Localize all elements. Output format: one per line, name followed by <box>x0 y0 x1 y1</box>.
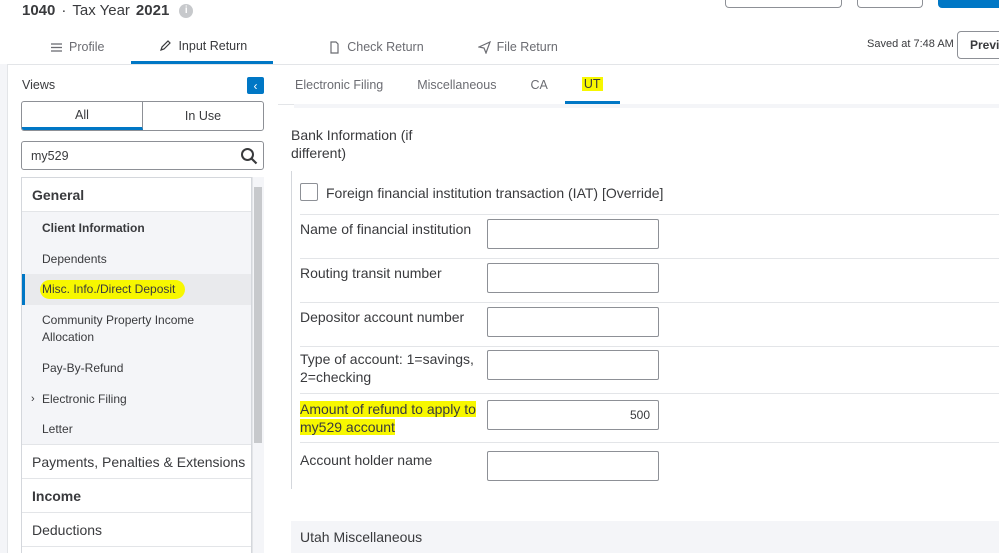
saved-status: Saved at 7:48 AM <box>867 38 954 50</box>
tab-file-return[interactable]: File Return <box>451 30 586 64</box>
header-divider <box>0 64 999 65</box>
account-number-input[interactable] <box>487 307 659 337</box>
primary-action-button[interactable] <box>938 0 999 8</box>
sidebar-nav: General Client Information Dependents Mi… <box>21 177 252 553</box>
refund-my529-label: Amount of refund to apply to my529 accou… <box>300 401 476 435</box>
section-title: Bank Information (if different) <box>291 127 413 161</box>
tab-file-return-label: File Return <box>496 40 558 54</box>
tab-ut-label: UT <box>581 76 603 91</box>
document-icon <box>330 40 339 54</box>
nav-item-electronic-filing[interactable]: › Electronic Filing <box>22 383 251 414</box>
form-number: 1040 <box>22 2 56 19</box>
field-label: Name of financial institution <box>300 221 472 237</box>
routing-number-input[interactable] <box>487 263 659 293</box>
field-label: Amount of refund to apply to my529 accou… <box>300 400 480 436</box>
search-input[interactable]: my529 <box>21 141 264 170</box>
nav-item-pay-by-refund[interactable]: Pay-By-Refund <box>22 352 251 383</box>
nav-group-deductions[interactable]: Deductions <box>22 513 251 547</box>
tax-year-label: Tax Year <box>72 2 130 19</box>
form-row: Routing transit number <box>300 259 999 303</box>
form-row: Type of account: 1=savings, 2=checking <box>300 347 999 394</box>
left-edge-rail <box>0 64 8 553</box>
nav-item-dependents[interactable]: Dependents <box>22 243 251 274</box>
iat-override-label: Foreign financial institution transactio… <box>326 185 664 201</box>
tab-ut[interactable]: UT <box>564 66 620 104</box>
field-label: Type of account: 1=savings, 2=checking <box>300 351 474 385</box>
field-label: Depositor account number <box>300 309 465 325</box>
info-icon[interactable]: i <box>179 3 194 18</box>
tab-electronic-filing[interactable]: Electronic Filing <box>278 66 400 104</box>
nav-item-client-information[interactable]: Client Information <box>22 212 251 243</box>
view-in-use-button[interactable]: In Use <box>143 102 263 130</box>
nav-group-general[interactable]: General <box>22 178 251 212</box>
sidebar-scrollbar-thumb[interactable] <box>254 187 262 443</box>
form-tabs: Electronic Filing Miscellaneous CA UT <box>278 66 620 104</box>
field-label: Routing transit number <box>300 265 442 281</box>
nav-item-electronic-filing-label: Electronic Filing <box>42 391 127 406</box>
refund-my529-input[interactable]: 500 <box>487 400 659 430</box>
form-row: Account holder name <box>300 443 999 489</box>
view-all-button[interactable]: All <box>22 102 143 130</box>
form-row: Depositor account number <box>300 303 999 347</box>
collapse-sidebar-button[interactable]: ‹ <box>247 77 264 94</box>
form-row: Name of financial institution <box>300 215 999 259</box>
tab-input-return[interactable]: Input Return <box>131 30 274 64</box>
tab-input-return-label: Input Return <box>178 38 248 53</box>
views-toggle: All In Use <box>21 101 264 131</box>
iat-override-checkbox[interactable] <box>300 183 318 201</box>
nav-item-misc-direct-deposit[interactable]: Misc. Info./Direct Deposit <box>22 274 251 305</box>
paper-plane-icon <box>477 40 491 54</box>
field-label: Account holder name <box>300 452 433 468</box>
return-title: 1040 · Tax Year 2021 i <box>22 2 194 19</box>
tab-check-return-label: Check Return <box>347 40 424 54</box>
nav-group-payments[interactable]: Payments, Penalties & Extensions <box>22 445 251 479</box>
content-top-bar <box>294 104 999 108</box>
title-separator: · <box>61 2 67 19</box>
tab-ca[interactable]: CA <box>513 66 564 104</box>
form-row: Amount of refund to apply to my529 accou… <box>300 394 999 443</box>
tab-profile-label: Profile <box>69 40 105 54</box>
top-action-button-2[interactable] <box>857 0 923 8</box>
nav-item-letter[interactable]: Letter <box>22 414 251 445</box>
account-type-input[interactable] <box>487 350 659 380</box>
list-icon <box>51 42 62 52</box>
top-action-button[interactable] <box>725 0 842 8</box>
tab-miscellaneous[interactable]: Miscellaneous <box>400 66 513 104</box>
views-label: Views <box>22 78 56 92</box>
institution-name-input[interactable] <box>487 219 659 249</box>
chevron-right-icon: › <box>31 392 35 405</box>
preview-button[interactable]: Previ <box>957 31 999 59</box>
nav-item-community-property[interactable]: Community Property Income Allocation <box>22 305 251 352</box>
utah-miscellaneous-section[interactable]: Utah Miscellaneous <box>291 521 999 553</box>
iat-override-row: Foreign financial institution transactio… <box>300 171 999 215</box>
tab-check-return[interactable]: Check Return <box>273 30 450 64</box>
nav-item-misc-direct-deposit-label: Misc. Info./Direct Deposit <box>40 280 186 299</box>
nav-group-income[interactable]: Income <box>22 479 251 513</box>
tab-profile[interactable]: Profile <box>22 30 131 64</box>
account-holder-input[interactable] <box>487 451 659 481</box>
search-icon[interactable] <box>240 147 258 165</box>
bank-info-form: Foreign financial institution transactio… <box>291 171 999 489</box>
pencil-icon <box>160 40 172 51</box>
tax-year: 2021 <box>135 2 170 19</box>
main-tabs: Profile Input Return Check Return File R… <box>22 30 586 64</box>
